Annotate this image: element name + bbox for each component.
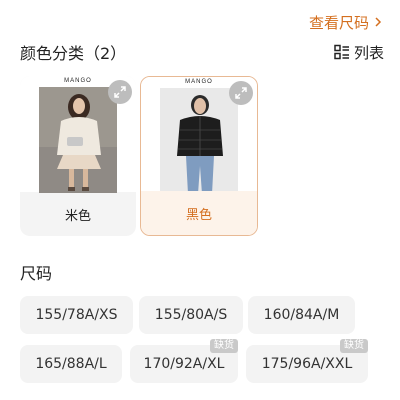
size-label: 155/80A/S — [154, 307, 228, 323]
size-label: 165/88A/L — [35, 356, 107, 372]
sold-out-badge: 缺货 — [340, 339, 368, 353]
size-option[interactable]: 160/84A/M — [248, 296, 355, 334]
size-label: 160/84A/M — [263, 307, 340, 323]
size-option-sold-out[interactable]: 175/96A/XXL 缺货 — [246, 339, 368, 383]
sold-out-badge: 缺货 — [210, 339, 238, 353]
color-label: 米色 — [64, 208, 91, 224]
list-view-toggle[interactable]: 列表 — [334, 42, 384, 63]
color-section-header: 颜色分类（2） 列表 — [20, 40, 384, 64]
size-option[interactable]: 155/78A/XS — [20, 296, 133, 334]
model-photo-black — [160, 88, 238, 194]
chevron-right-icon — [375, 17, 382, 27]
size-option[interactable]: 155/80A/S — [139, 296, 243, 334]
size-label: 170/92A/XL — [143, 356, 225, 372]
expand-icon — [235, 87, 247, 99]
color-option-beige[interactable]: MANGO 米色 — [20, 76, 136, 236]
expand-button[interactable] — [108, 80, 132, 104]
size-label: 155/78A/XS — [35, 307, 118, 323]
size-section-title: 尺码 — [20, 264, 53, 283]
color-section-title: 颜色分类（2） — [20, 44, 127, 63]
size-option[interactable]: 165/88A/L — [20, 345, 122, 383]
list-toggle-label: 列表 — [353, 43, 384, 62]
size-guide-label: 查看尺码 — [308, 13, 369, 32]
size-option-sold-out[interactable]: 170/92A/XL 缺货 — [130, 339, 238, 383]
expand-icon — [114, 86, 126, 98]
list-grid-icon — [334, 44, 349, 60]
size-label: 175/96A/XXL — [261, 356, 353, 372]
expand-button[interactable] — [229, 81, 253, 105]
size-guide-link[interactable]: 查看尺码 — [309, 10, 384, 34]
product-image: MANGO — [141, 77, 257, 194]
model-photo-beige — [39, 87, 117, 193]
color-option-black[interactable]: MANGO 黑色 — [140, 76, 258, 236]
color-label: 黑色 — [141, 191, 257, 235]
product-image: MANGO — [20, 76, 136, 193]
